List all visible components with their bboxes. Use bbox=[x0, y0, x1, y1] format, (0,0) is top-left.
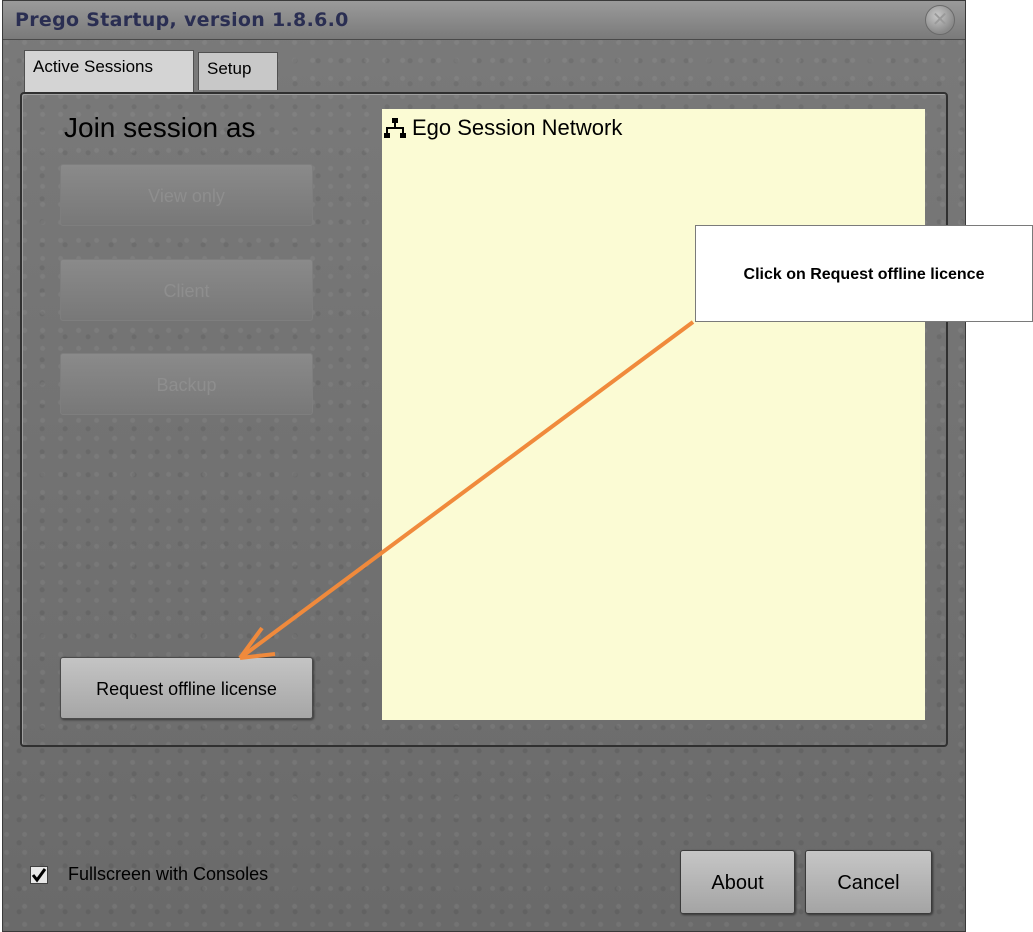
window-title: Prego Startup, version 1.8.6.0 bbox=[15, 9, 349, 31]
tab-setup-label: Setup bbox=[207, 59, 252, 78]
tab-setup[interactable]: Setup bbox=[198, 52, 278, 90]
tab-active-sessions[interactable]: Active Sessions bbox=[24, 50, 194, 92]
annotation-callout: Click on Request offline licence bbox=[695, 225, 1033, 322]
request-offline-license-button[interactable]: Request offline license bbox=[60, 657, 313, 719]
fullscreen-checkbox[interactable] bbox=[30, 866, 48, 884]
session-network-label: Ego Session Network bbox=[412, 115, 623, 140]
session-tree[interactable]: Ego Session Network bbox=[382, 109, 925, 720]
about-button[interactable]: About bbox=[680, 850, 795, 914]
backup-button[interactable]: Backup bbox=[60, 353, 313, 415]
checkmark-icon bbox=[31, 868, 47, 883]
view-only-button[interactable]: View only bbox=[60, 164, 313, 226]
network-tree-icon bbox=[384, 118, 406, 138]
annotation-text: Click on Request offline licence bbox=[743, 266, 985, 283]
join-session-heading: Join session as bbox=[64, 112, 256, 143]
fullscreen-label: Fullscreen with Consoles bbox=[68, 864, 269, 884]
title-bar[interactable]: Prego Startup, version 1.8.6.0 ✕ bbox=[3, 1, 965, 40]
session-tree-root[interactable]: Ego Session Network bbox=[384, 115, 622, 141]
close-icon[interactable]: ✕ bbox=[925, 5, 955, 35]
client-button[interactable]: Client bbox=[60, 259, 313, 321]
tab-active-sessions-label: Active Sessions bbox=[33, 57, 153, 76]
cancel-button[interactable]: Cancel bbox=[805, 850, 932, 914]
